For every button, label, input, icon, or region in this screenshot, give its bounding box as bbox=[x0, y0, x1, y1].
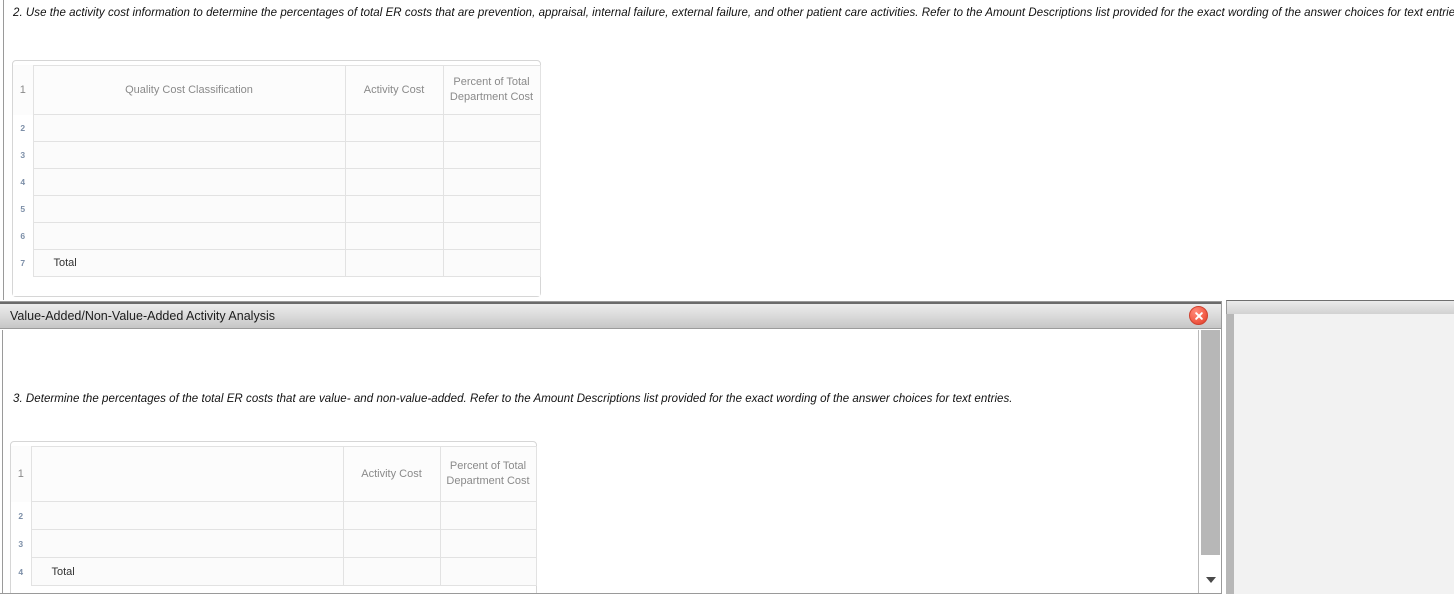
cell-percent[interactable] bbox=[442, 195, 541, 223]
cell-activity-cost[interactable] bbox=[344, 114, 444, 142]
table-footer-strip bbox=[11, 586, 536, 593]
cell-classification[interactable] bbox=[32, 114, 346, 142]
cell-total-label: Total bbox=[30, 557, 344, 586]
cell-classification[interactable] bbox=[32, 222, 346, 250]
right-side-panel bbox=[1226, 300, 1454, 594]
value-added-analysis-dialog: Value-Added/Non-Value-Added Activity Ana… bbox=[0, 301, 1222, 594]
cell-percent[interactable] bbox=[439, 529, 537, 558]
table-header-row: 1 Quality Cost Classification Activity C… bbox=[13, 65, 541, 115]
header-blank bbox=[30, 446, 344, 502]
header-percent-of-total-department-cost: Percent of Total Department Cost bbox=[439, 446, 537, 502]
cell-classification[interactable] bbox=[32, 141, 346, 169]
cell-total-activity-cost[interactable] bbox=[342, 557, 441, 586]
row-number: 3 bbox=[11, 529, 32, 558]
cell-activity-cost[interactable] bbox=[342, 529, 441, 558]
table-row[interactable]: 2 bbox=[11, 501, 537, 530]
header-quality-cost-classification: Quality Cost Classification bbox=[32, 65, 346, 115]
header-activity-cost: Activity Cost bbox=[344, 65, 444, 115]
table-row[interactable]: 3 bbox=[11, 529, 537, 558]
chevron-down-icon bbox=[1205, 577, 1216, 583]
table-header-row: 1 Activity Cost Percent of Total Departm… bbox=[11, 446, 537, 502]
header-activity-cost: Activity Cost bbox=[342, 446, 441, 502]
cell-activity-cost[interactable] bbox=[342, 501, 441, 530]
cell-total-percent[interactable] bbox=[442, 249, 541, 277]
row-number: 4 bbox=[11, 557, 32, 586]
table-row[interactable]: 4 bbox=[13, 168, 541, 196]
dialog-left-rule bbox=[0, 330, 3, 593]
row-number: 3 bbox=[13, 141, 34, 169]
header-percent-line-1: Percent of Total bbox=[449, 460, 527, 472]
table-row-total[interactable]: 7 Total bbox=[13, 249, 541, 277]
cell-percent[interactable] bbox=[442, 141, 541, 169]
cell-classification[interactable] bbox=[30, 529, 344, 558]
page-left-rule bbox=[0, 0, 4, 300]
table-row-total[interactable]: 4 Total bbox=[11, 557, 537, 586]
row-number: 2 bbox=[13, 114, 34, 142]
screen-root: 2. Use the activity cost information to … bbox=[0, 0, 1454, 594]
dialog-body: 3. Determine the percentages of the tota… bbox=[0, 330, 1197, 593]
cell-percent[interactable] bbox=[442, 222, 541, 250]
value-added-table[interactable]: 1 Activity Cost Percent of Total Departm… bbox=[11, 446, 537, 586]
row-number: 1 bbox=[11, 446, 32, 502]
dialog-title: Value-Added/Non-Value-Added Activity Ana… bbox=[10, 309, 275, 323]
cell-total-percent[interactable] bbox=[439, 557, 537, 586]
dialog-vertical-scrollbar[interactable] bbox=[1198, 330, 1221, 593]
row-number: 1 bbox=[13, 65, 34, 115]
scrollbar-thumb[interactable] bbox=[1201, 330, 1220, 555]
row-number: 4 bbox=[13, 168, 34, 196]
scrollbar-down-button[interactable] bbox=[1201, 571, 1220, 589]
value-added-table-container: 1 Activity Cost Percent of Total Departm… bbox=[10, 441, 537, 593]
table-row[interactable]: 6 bbox=[13, 222, 541, 250]
row-number: 7 bbox=[13, 249, 34, 277]
cell-activity-cost[interactable] bbox=[344, 141, 444, 169]
cell-total-label: Total bbox=[32, 249, 346, 277]
table-row[interactable]: 3 bbox=[13, 141, 541, 169]
background-page: 2. Use the activity cost information to … bbox=[0, 0, 1454, 300]
header-percent-line-2: Department Cost bbox=[446, 475, 530, 487]
cell-activity-cost[interactable] bbox=[344, 222, 444, 250]
cell-percent[interactable] bbox=[442, 168, 541, 196]
cell-classification[interactable] bbox=[30, 501, 344, 530]
cell-total-activity-cost[interactable] bbox=[344, 249, 444, 277]
header-percent-line-1: Percent of Total bbox=[453, 76, 530, 88]
quality-cost-table[interactable]: 1 Quality Cost Classification Activity C… bbox=[13, 65, 541, 277]
row-number: 2 bbox=[11, 501, 32, 530]
right-panel-edge bbox=[1226, 314, 1234, 594]
table-footer-strip bbox=[13, 277, 540, 296]
row-number: 5 bbox=[13, 195, 34, 223]
question-3-instructions: 3. Determine the percentages of the tota… bbox=[13, 393, 1013, 405]
header-percent-line-2: Department Cost bbox=[449, 91, 534, 103]
table-row[interactable]: 5 bbox=[13, 195, 541, 223]
header-percent-of-total-department-cost: Percent of Total Department Cost bbox=[442, 65, 541, 115]
right-panel-titlebar bbox=[1226, 300, 1454, 314]
cell-percent[interactable] bbox=[439, 501, 537, 530]
row-number: 6 bbox=[13, 222, 34, 250]
table-row[interactable]: 2 bbox=[13, 114, 541, 142]
cell-classification[interactable] bbox=[32, 195, 346, 223]
close-icon[interactable] bbox=[1189, 306, 1208, 325]
quality-cost-table-container: 1 Quality Cost Classification Activity C… bbox=[12, 60, 541, 297]
dialog-titlebar[interactable]: Value-Added/Non-Value-Added Activity Ana… bbox=[0, 302, 1221, 329]
cell-activity-cost[interactable] bbox=[344, 168, 444, 196]
cell-percent[interactable] bbox=[442, 114, 541, 142]
question-2-instructions: 2. Use the activity cost information to … bbox=[13, 7, 1454, 19]
cell-classification[interactable] bbox=[32, 168, 346, 196]
cell-activity-cost[interactable] bbox=[344, 195, 444, 223]
